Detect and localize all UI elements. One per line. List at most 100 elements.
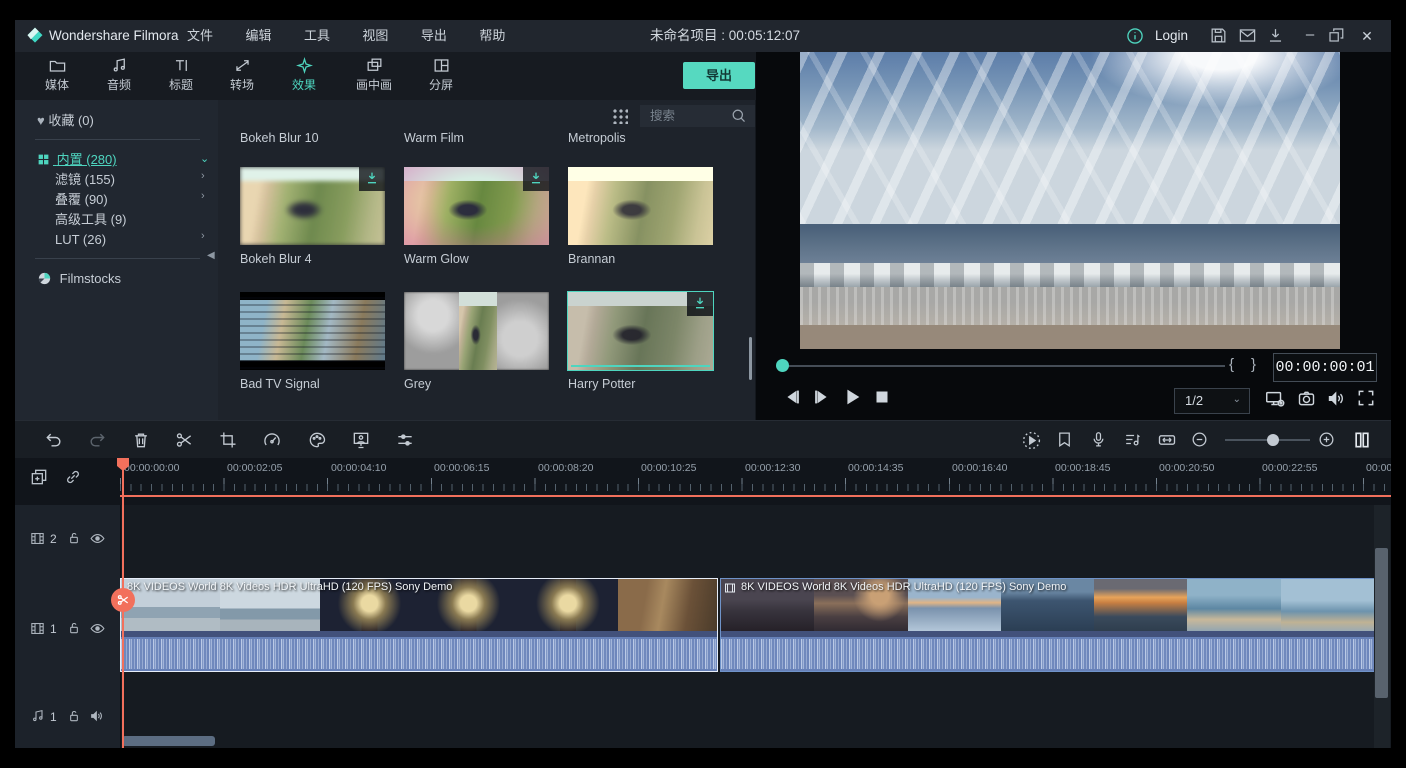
speaker-icon[interactable] — [89, 708, 106, 725]
menu-tools[interactable]: 工具 — [290, 20, 344, 52]
volume-icon[interactable] — [1326, 388, 1348, 410]
tab-transitions[interactable]: 转场 — [213, 56, 271, 98]
chevron-down-icon[interactable]: ⌄ — [200, 152, 209, 165]
link-icon[interactable] — [63, 467, 83, 487]
seek-bar[interactable] — [787, 365, 1225, 367]
breaking-wave — [800, 263, 1340, 287]
play-button[interactable] — [841, 386, 863, 408]
close-button[interactable]: ✕ — [1353, 20, 1381, 52]
tab-audio[interactable]: 音频 — [90, 56, 148, 98]
dual-pane-icon[interactable] — [1352, 430, 1372, 450]
video-clip-2[interactable]: 8K VIDEOS World 8K Videos HDR UltraHD (1… — [720, 578, 1375, 634]
zoom-in-icon[interactable] — [1317, 430, 1337, 450]
delete-icon[interactable] — [131, 430, 151, 450]
timeline-toolbar — [15, 420, 1391, 460]
lock-icon[interactable] — [66, 530, 83, 547]
stop-button[interactable] — [871, 386, 893, 408]
clip-1-audio-waveform[interactable] — [120, 631, 718, 672]
search-icon[interactable] — [730, 107, 747, 124]
effect-card-warm-glow[interactable]: Warm Glow — [404, 167, 549, 266]
download-icon[interactable] — [1266, 26, 1286, 46]
timeline-ruler[interactable]: 00:00:00:00 00:00:02:05 00:00:04:10 00:0… — [120, 458, 1391, 496]
timeline-zoom-slider[interactable] — [1225, 439, 1310, 441]
grid-view-icon[interactable] — [612, 108, 628, 124]
sidebar-item-favorites[interactable]: ♥ 收藏 (0) — [37, 111, 94, 131]
sidebar-item-overlays[interactable]: 叠覆 (90) — [55, 190, 108, 210]
download-badge-icon[interactable] — [523, 167, 549, 191]
restore-button[interactable] — [1327, 26, 1347, 46]
effects-scrollbar[interactable] — [749, 337, 752, 380]
lock-icon[interactable] — [66, 620, 83, 637]
download-badge-icon[interactable] — [359, 167, 385, 191]
audio-track-1-row[interactable]: 1 — [15, 682, 1391, 748]
preview-quality-select[interactable]: 1/2 ⌄ — [1174, 388, 1250, 414]
audio-mixer-icon[interactable] — [1123, 430, 1143, 450]
login-button[interactable]: Login — [1155, 20, 1188, 52]
effect-card-harry-potter-selected[interactable]: Harry Potter — [568, 292, 713, 391]
sidebar-item-filmstocks[interactable]: Filmstocks — [37, 269, 121, 289]
adjust-sliders-icon[interactable] — [395, 430, 415, 450]
sidebar-item-filters[interactable]: 滤镜 (155) — [55, 170, 115, 190]
eye-icon[interactable] — [89, 620, 106, 637]
tab-effects[interactable]: 效果 — [275, 56, 333, 98]
add-track-icon[interactable] — [29, 467, 49, 487]
sidebar-item-builtin[interactable]: 内置 (280) — [37, 150, 117, 170]
snapshot-camera-icon[interactable] — [1296, 388, 1318, 410]
horizontal-scrollbar[interactable] — [122, 736, 215, 746]
tab-titles[interactable]: 标题 — [152, 56, 210, 98]
menu-view[interactable]: 视图 — [348, 20, 402, 52]
minimize-button[interactable]: – — [1297, 20, 1323, 50]
redo-icon[interactable] — [87, 430, 107, 450]
zoom-slider-handle[interactable] — [1267, 434, 1279, 446]
sidebar-item-advanced-tools[interactable]: 高级工具 (9) — [55, 210, 127, 230]
cut-scissors-icon[interactable] — [174, 430, 194, 450]
tab-pip[interactable]: 画中画 — [341, 56, 407, 98]
panel-collapse-icon[interactable]: ◀ — [207, 250, 215, 261]
video-clip-1[interactable]: 8K VIDEOS World 8K Videos HDR UltraHD (1… — [120, 578, 718, 634]
voiceover-mic-icon[interactable] — [1089, 430, 1109, 450]
vertical-scrollbar-thumb[interactable] — [1375, 548, 1388, 698]
lock-icon[interactable] — [66, 708, 83, 725]
menu-help[interactable]: 帮助 — [465, 20, 519, 52]
effect-card-bad-tv-signal[interactable]: Bad TV Signal — [240, 292, 385, 391]
tab-splitscreen[interactable]: 分屏 — [412, 56, 470, 98]
eye-icon[interactable] — [89, 530, 106, 547]
menu-edit[interactable]: 编辑 — [231, 20, 285, 52]
render-preview-icon[interactable] — [1021, 430, 1041, 450]
effect-card-grey[interactable]: Grey — [404, 292, 549, 391]
tab-media[interactable]: 媒体 — [28, 56, 86, 98]
fit-timeline-icon[interactable] — [1157, 430, 1177, 450]
export-button[interactable]: 导出 — [683, 62, 755, 89]
playhead-scissors-button[interactable] — [111, 588, 135, 612]
undo-icon[interactable] — [44, 430, 64, 450]
color-palette-icon[interactable] — [307, 430, 327, 450]
effect-card-bokeh-blur-4[interactable]: Bokeh Blur 4 — [240, 167, 385, 266]
sidebar-item-lut[interactable]: LUT (26) — [55, 230, 106, 250]
menu-export[interactable]: 导出 — [407, 20, 461, 52]
mark-in-button[interactable]: { — [1229, 356, 1234, 373]
chevron-right-icon[interactable]: › — [201, 170, 205, 182]
chevron-right-icon[interactable]: › — [201, 230, 205, 242]
display-settings-icon[interactable] — [1264, 388, 1286, 410]
menu-file[interactable]: 文件 — [173, 20, 227, 52]
previous-frame-button[interactable] — [781, 386, 803, 408]
chevron-right-icon[interactable]: › — [201, 190, 205, 202]
download-badge-icon[interactable] — [687, 292, 713, 316]
fullscreen-icon[interactable] — [1356, 388, 1378, 410]
next-frame-button[interactable] — [811, 386, 833, 408]
preview-video[interactable] — [800, 52, 1340, 349]
marker-shield-icon[interactable] — [1055, 430, 1075, 450]
zoom-out-icon[interactable] — [1190, 430, 1210, 450]
speed-icon[interactable] — [262, 430, 282, 450]
video-track-1-row[interactable]: 1 8K VIDEOS World 8K Videos HDR UltraHD … — [15, 572, 1391, 682]
save-icon[interactable] — [1209, 26, 1229, 46]
crop-icon[interactable] — [218, 430, 238, 450]
info-icon[interactable] — [1125, 26, 1145, 46]
mail-icon[interactable] — [1238, 26, 1258, 46]
portrait-chroma-icon[interactable] — [351, 430, 371, 450]
seek-handle[interactable] — [776, 359, 789, 372]
mark-out-button[interactable]: } — [1251, 356, 1256, 373]
video-track-2-row[interactable]: 2 — [15, 505, 1391, 572]
clip-2-audio-waveform[interactable] — [720, 631, 1375, 672]
effect-card-brannan[interactable]: Brannan — [568, 167, 713, 266]
